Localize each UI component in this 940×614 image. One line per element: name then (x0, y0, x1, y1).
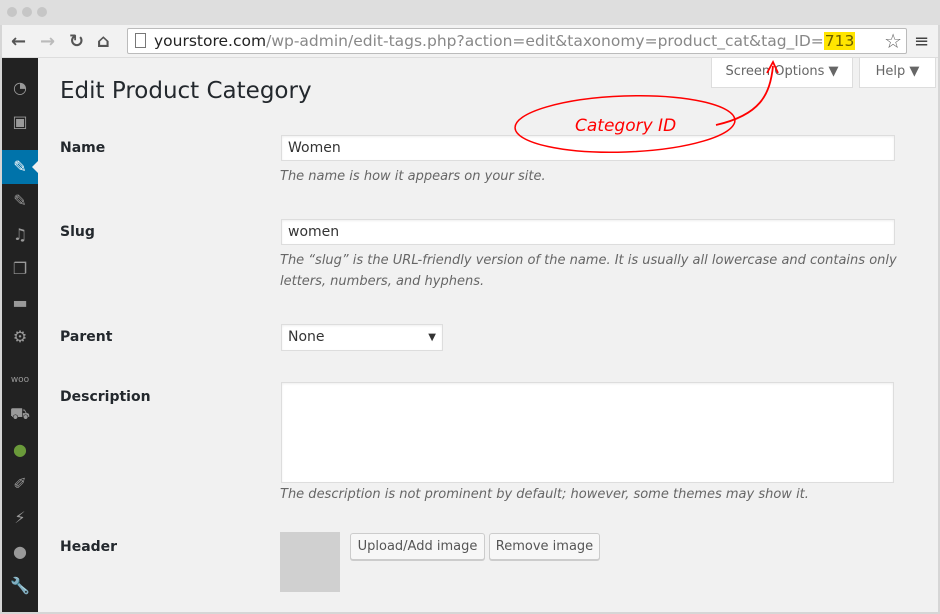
slug-label: Slug (60, 224, 95, 240)
header-label: Header (60, 539, 118, 555)
cart-icon[interactable]: ⛟ (2, 399, 38, 429)
dropdown-arrow-icon: ▼ (428, 332, 436, 343)
page-icon (135, 33, 146, 48)
name-input[interactable]: Women (281, 135, 895, 161)
name-label: Name (60, 140, 106, 156)
products-pin-icon[interactable]: ✎ (2, 150, 38, 184)
settings-gear-icon[interactable]: ⚙ (2, 322, 38, 352)
users-icon[interactable]: ● (2, 537, 38, 567)
bookmark-star-icon[interactable]: ☆ (884, 29, 902, 53)
parent-label: Parent (60, 329, 113, 345)
url-host: yourstore.com (154, 32, 267, 50)
maximize-window-button[interactable] (37, 7, 47, 17)
posts-pin-icon[interactable]: ✎ (2, 186, 38, 216)
home-icon[interactable]: ⌂ (97, 31, 110, 52)
reload-icon[interactable]: ↻ (69, 31, 84, 52)
address-bar[interactable]: yourstore.com/wp-admin/edit-tags.php?act… (127, 28, 907, 54)
appearance-brush-icon[interactable]: ✐ (2, 469, 38, 499)
description-textarea[interactable] (281, 382, 894, 483)
updates-icon[interactable]: ▣ (2, 107, 38, 137)
upload-image-button[interactable]: Upload/Add image (350, 533, 485, 560)
main-content: Screen Options ▼ Help ▼ Edit Product Cat… (38, 58, 938, 612)
remove-image-button[interactable]: Remove image (489, 533, 600, 560)
back-icon[interactable]: ← (11, 31, 26, 52)
page-title: Edit Product Category (60, 78, 312, 104)
media-icon[interactable]: ♫ (2, 220, 38, 250)
dashboard-icon[interactable]: ◔ (2, 73, 38, 103)
name-help: The name is how it appears on your site. (280, 169, 546, 184)
help-button[interactable]: Help ▼ (859, 58, 936, 88)
admin-sidebar: ◔ ▣ ✎ ✎ ♫ ❐ ▬ ⚙ woo ⛟ ● ✐ ⚡ ● 🔧 (2, 58, 38, 612)
header-image-placeholder (280, 532, 340, 592)
tools-wrench-icon[interactable]: 🔧 (2, 571, 38, 601)
close-window-button[interactable] (7, 7, 17, 17)
description-label: Description (60, 389, 151, 405)
parent-selected-value: None (288, 329, 325, 345)
slug-input[interactable]: women (281, 219, 895, 245)
woocommerce-icon[interactable]: woo (2, 365, 38, 395)
comments-icon[interactable]: ▬ (2, 288, 38, 318)
browser-toolbar: ← → ↻ ⌂ yourstore.com/wp-admin/edit-tags… (2, 25, 938, 58)
minimize-window-button[interactable] (22, 7, 32, 17)
browser-menu-icon[interactable]: ≡ (914, 31, 929, 52)
plugins-icon[interactable]: ⚡ (2, 503, 38, 533)
parent-select[interactable]: None ▼ (281, 324, 443, 351)
window-titlebar (0, 0, 940, 25)
description-help: The description is not prominent by defa… (280, 487, 809, 502)
url-category-id: 713 (823, 32, 856, 50)
screen-options-button[interactable]: Screen Options ▼ (711, 58, 853, 88)
url-path: /wp-admin/edit-tags.php?action=edit&taxo… (266, 32, 824, 50)
pages-icon[interactable]: ❐ (2, 254, 38, 284)
envato-leaf-icon[interactable]: ● (2, 435, 38, 465)
slug-help: The “slug” is the URL-friendly version o… (280, 253, 897, 289)
forward-icon[interactable]: → (40, 31, 55, 52)
